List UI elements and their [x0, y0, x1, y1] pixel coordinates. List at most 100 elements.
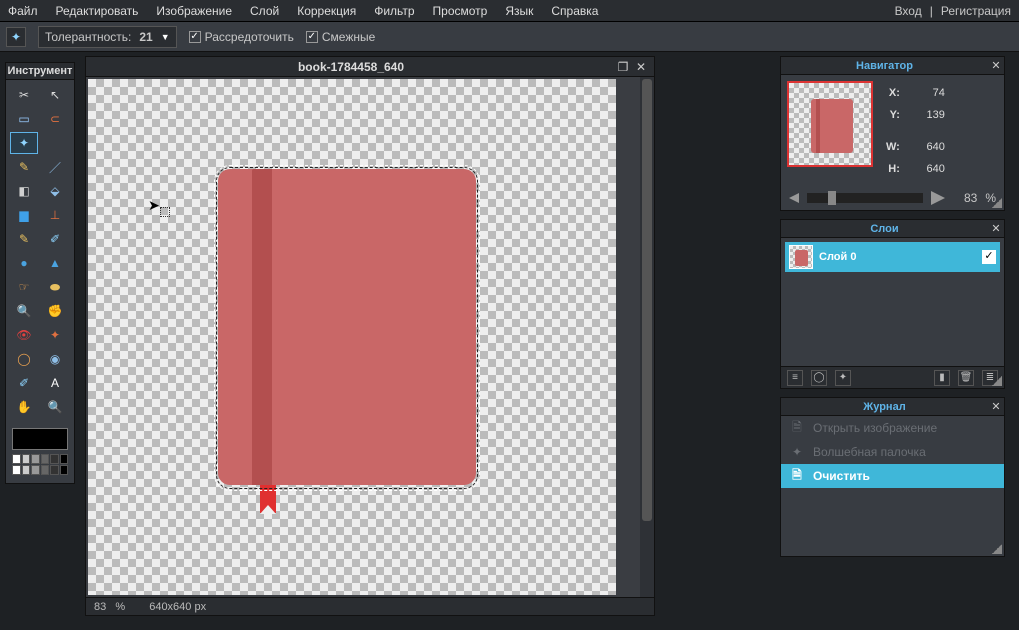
- maximize-icon[interactable]: ❐: [616, 60, 630, 74]
- replace-color[interactable]: ✎: [10, 228, 38, 250]
- dodge-tool[interactable]: 🔍: [10, 300, 38, 322]
- document-title: book-1784458_640: [86, 60, 616, 74]
- palette-swatch[interactable]: [22, 465, 31, 475]
- sep: |: [930, 4, 933, 18]
- navigator-thumbnail[interactable]: [787, 81, 873, 167]
- layer-visibility-checkbox[interactable]: ✓: [982, 250, 996, 264]
- tolerance-dropdown-icon[interactable]: ▼: [161, 32, 170, 42]
- gradient-tool[interactable]: ▆: [10, 204, 38, 226]
- crop-tool[interactable]: ✂: [10, 84, 38, 106]
- layer-style-icon[interactable]: ✦: [835, 370, 851, 386]
- navigator-panel: Навигатор ✕ X:74 Y:139 W:640 H:640 83 %: [780, 56, 1005, 211]
- history-icon: 🗎: [789, 466, 805, 487]
- empty-1: [41, 132, 69, 154]
- register-link[interactable]: Регистрация: [941, 4, 1011, 18]
- anti-alias-checkbox[interactable]: ✓ Рассредоточить: [189, 30, 294, 44]
- history-item[interactable]: 🗎 Очистить: [781, 464, 1004, 488]
- palette-swatch[interactable]: [50, 465, 59, 475]
- layer-row[interactable]: Слой 0 ✓: [785, 242, 1000, 272]
- menu-Коррекция[interactable]: Коррекция: [297, 4, 356, 18]
- move-tool[interactable]: ↖: [41, 84, 69, 106]
- menu-Просмотр[interactable]: Просмотр: [433, 4, 488, 18]
- sharpen-tool[interactable]: ▲: [41, 252, 69, 274]
- history-label: Очистить: [813, 469, 870, 483]
- panel-close-icon[interactable]: ✕: [988, 400, 1004, 413]
- marquee-tool[interactable]: ▭: [10, 108, 38, 130]
- palette-swatch[interactable]: [41, 454, 50, 464]
- contiguous-checkbox[interactable]: ✓ Смежные: [306, 30, 375, 44]
- draw-tool[interactable]: ✐: [41, 228, 69, 250]
- palette-swatch[interactable]: [50, 454, 59, 464]
- bloat-tool[interactable]: ◯: [10, 348, 38, 370]
- type-tool[interactable]: A: [41, 372, 69, 394]
- palette-swatch[interactable]: [22, 454, 31, 464]
- canvas[interactable]: ➤: [86, 77, 640, 597]
- zoom-slider[interactable]: [807, 193, 923, 203]
- history-icon: 🗎: [789, 418, 805, 439]
- new-layer-icon[interactable]: ▮: [934, 370, 950, 386]
- layer-settings-icon[interactable]: ≡: [787, 370, 803, 386]
- palette-swatch[interactable]: [12, 454, 21, 464]
- history-item[interactable]: 🗎 Открыть изображение: [781, 416, 1004, 440]
- menu-Язык[interactable]: Язык: [505, 4, 533, 18]
- wand-tool[interactable]: ✦: [10, 132, 38, 154]
- menu-Редактировать[interactable]: Редактировать: [56, 4, 139, 18]
- history-label: Открыть изображение: [813, 421, 937, 435]
- resize-grip[interactable]: [992, 198, 1002, 208]
- zoom-out-icon[interactable]: [789, 193, 799, 203]
- palette-swatch[interactable]: [60, 465, 69, 475]
- bucket-tool[interactable]: ⬙: [41, 180, 69, 202]
- panel-close-icon[interactable]: ✕: [988, 222, 1004, 235]
- blur-tool[interactable]: ●: [10, 252, 38, 274]
- menu-Справка[interactable]: Справка: [551, 4, 598, 18]
- burn-tool[interactable]: ✊: [41, 300, 69, 322]
- layer-mask-icon[interactable]: ◯: [811, 370, 827, 386]
- history-icon: ✦: [789, 445, 805, 459]
- menu-Изображение[interactable]: Изображение: [156, 4, 232, 18]
- cursor-icon: ➤: [148, 197, 160, 214]
- zoom-tool[interactable]: 🔍: [41, 396, 69, 418]
- brush-tool[interactable]: ／: [41, 156, 69, 178]
- layers-title: Слои: [781, 223, 988, 235]
- resize-grip[interactable]: [992, 544, 1002, 554]
- palette-swatch[interactable]: [41, 465, 50, 475]
- layer-name: Слой 0: [819, 251, 856, 263]
- palette-swatch[interactable]: [60, 454, 69, 464]
- navigator-info: X:74 Y:139 W:640 H:640: [883, 81, 948, 181]
- navigator-title: Навигатор: [781, 60, 988, 72]
- pinch-tool[interactable]: ◉: [41, 348, 69, 370]
- delete-layer-icon[interactable]: 🗑: [958, 370, 974, 386]
- history-item[interactable]: ✦ Волшебная палочка: [781, 440, 1004, 464]
- menu-Фильтр[interactable]: Фильтр: [374, 4, 414, 18]
- foreground-swatch[interactable]: [12, 428, 68, 450]
- pencil-tool[interactable]: ✎: [10, 156, 38, 178]
- history-label: Волшебная палочка: [813, 445, 926, 459]
- redeye-tool[interactable]: 👁: [10, 324, 38, 346]
- resize-grip[interactable]: [992, 376, 1002, 386]
- smudge-tool[interactable]: ☞: [10, 276, 38, 298]
- close-icon[interactable]: ✕: [634, 60, 648, 74]
- tool-panel-title: Инструмент: [6, 63, 74, 80]
- check-icon: ✓: [189, 31, 201, 43]
- menu-bar: Файл Редактировать Изображение Слой Коррекци…: [0, 0, 1019, 22]
- hand-tool[interactable]: ✋: [10, 396, 38, 418]
- sponge-tool[interactable]: ⬬: [41, 276, 69, 298]
- menu-Файл[interactable]: Файл: [8, 4, 38, 18]
- lasso-tool[interactable]: ⊂: [41, 108, 69, 130]
- palette-swatch[interactable]: [31, 465, 40, 475]
- stamp-tool[interactable]: ⊥: [41, 204, 69, 226]
- panel-close-icon[interactable]: ✕: [988, 59, 1004, 72]
- layer-thumbnail: [789, 245, 813, 269]
- menu-Слой[interactable]: Слой: [250, 4, 279, 18]
- tolerance-box[interactable]: Толерантность: 21 ▼: [38, 26, 177, 48]
- palette-swatch[interactable]: [12, 465, 21, 475]
- login-link[interactable]: Вход: [895, 4, 922, 18]
- status-bar: 83 % 640x640 px: [86, 597, 654, 615]
- vertical-scrollbar[interactable]: [640, 77, 654, 597]
- eraser-tool[interactable]: ◧: [10, 180, 38, 202]
- picker-tool[interactable]: ✐: [10, 372, 38, 394]
- heal-tool[interactable]: ✦: [41, 324, 69, 346]
- zoom-in-icon[interactable]: [931, 191, 945, 205]
- options-bar: ✦ Толерантность: 21 ▼ ✓ Рассредоточить ✓…: [0, 22, 1019, 52]
- palette-swatch[interactable]: [31, 454, 40, 464]
